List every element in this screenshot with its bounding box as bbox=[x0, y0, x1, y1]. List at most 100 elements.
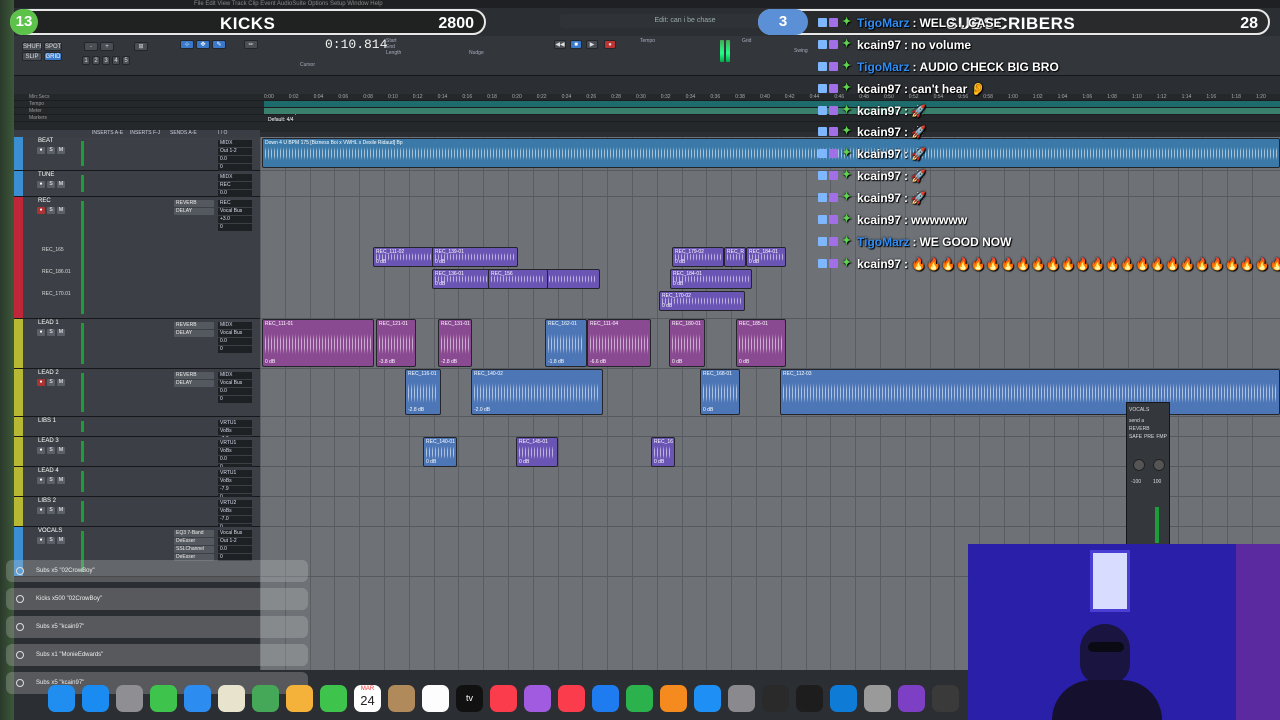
launchpad-icon[interactable] bbox=[116, 684, 143, 712]
io-selector[interactable]: VRTU2 bbox=[218, 500, 252, 507]
contacts-icon[interactable] bbox=[388, 684, 415, 712]
lead3-clip[interactable]: REC_145-01 0 dB bbox=[516, 437, 558, 467]
pan-value[interactable]: 0 bbox=[218, 224, 252, 231]
rec-clip[interactable]: REC_179-02 0 dB bbox=[672, 247, 724, 267]
volume-value[interactable]: 0.0 bbox=[218, 190, 252, 197]
trim-tool-button[interactable]: ⊞ bbox=[134, 42, 148, 51]
lead2-clip[interactable]: REC_168-01 0 dB bbox=[700, 369, 740, 415]
record-enable-button[interactable]: ● bbox=[37, 477, 45, 484]
io-selector[interactable]: REC bbox=[218, 200, 252, 207]
volume-value[interactable]: 0.0 bbox=[218, 388, 252, 395]
pencil-tool-button[interactable]: ✏ bbox=[244, 40, 258, 49]
send-pan-knob[interactable] bbox=[1153, 459, 1165, 471]
io-selector[interactable]: REC bbox=[218, 182, 252, 189]
mute-button[interactable]: M bbox=[57, 379, 65, 386]
io-selector[interactable]: MIDX bbox=[218, 174, 252, 181]
record-enable-button[interactable]: ● bbox=[37, 379, 45, 386]
quicktime-icon[interactable] bbox=[830, 684, 857, 712]
track-header-lead-1[interactable]: LEAD 1 ● S M REVERB DELAY MIDX Vocal Bus 0.0 0 bbox=[14, 319, 260, 369]
vocals-send-window[interactable]: VOCALS send a REVERB SAFE PRE FMP -100 1… bbox=[1126, 402, 1170, 546]
mixer-icon[interactable] bbox=[932, 684, 959, 712]
finder-icon[interactable] bbox=[48, 684, 75, 712]
send-pre-button[interactable]: PRE bbox=[1144, 434, 1154, 440]
mute-button[interactable]: M bbox=[57, 181, 65, 188]
transport-play-button[interactable]: ▶ bbox=[586, 40, 598, 49]
safari-icon[interactable] bbox=[82, 684, 109, 712]
playlist-lane-label[interactable]: REC_165 bbox=[42, 247, 64, 253]
mode-slip-button[interactable]: SLIP bbox=[22, 52, 42, 61]
solo-button[interactable]: S bbox=[47, 447, 55, 454]
send-slot[interactable]: DELAY bbox=[174, 330, 214, 337]
playlist-lane-label[interactable]: REC_186.01 bbox=[42, 269, 71, 275]
rec-clip[interactable]: REC_139-01 0 dB bbox=[432, 247, 518, 267]
send-slot[interactable]: DELAY bbox=[174, 208, 214, 215]
ilok-icon[interactable] bbox=[796, 684, 823, 712]
solo-button[interactable]: S bbox=[47, 507, 55, 514]
io-selector[interactable]: VRTU1 bbox=[218, 420, 252, 427]
solo-button[interactable]: S bbox=[47, 537, 55, 544]
lead1-clip[interactable]: REC_180-01 0 dB bbox=[669, 319, 705, 367]
lead1-clip[interactable]: REC_111-01 0 dB bbox=[262, 319, 374, 367]
lead2-clip[interactable]: REC_116-01 -2.8 dB bbox=[405, 369, 441, 415]
zoom-in-button[interactable]: + bbox=[100, 42, 114, 51]
io-selector[interactable]: Vocal Bus bbox=[218, 530, 252, 537]
smart-tool-button[interactable]: ✎ bbox=[212, 40, 226, 49]
lead2-clip[interactable]: REC_140-02 -2.0 dB bbox=[471, 369, 603, 415]
news-icon[interactable] bbox=[558, 684, 585, 712]
main-counter[interactable]: 0:10.814 bbox=[325, 37, 387, 55]
maps-icon[interactable] bbox=[252, 684, 279, 712]
mode-grid-button[interactable]: GRID bbox=[44, 52, 62, 61]
solo-button[interactable]: S bbox=[47, 181, 55, 188]
zoom-preset-5[interactable]: 5 bbox=[122, 56, 130, 65]
rec-clip[interactable]: REC_R bbox=[724, 247, 746, 267]
pan-value[interactable]: 0 bbox=[218, 164, 252, 171]
track-name[interactable]: LIBS 2 bbox=[38, 498, 56, 504]
mute-button[interactable]: M bbox=[57, 507, 65, 514]
track-name[interactable]: REC bbox=[38, 198, 51, 204]
rec-clip[interactable]: REC_184-01 0 dB bbox=[746, 247, 786, 267]
music-icon[interactable] bbox=[490, 684, 517, 712]
spotify-icon[interactable] bbox=[762, 684, 789, 712]
zoom-preset-3[interactable]: 3 bbox=[102, 56, 110, 65]
io-selector[interactable]: Out 1-2 bbox=[218, 148, 252, 155]
numbers-icon[interactable] bbox=[626, 684, 653, 712]
keynote-icon[interactable] bbox=[592, 684, 619, 712]
mute-button[interactable]: M bbox=[57, 207, 65, 214]
send-fmp-button[interactable]: FMP bbox=[1156, 434, 1167, 440]
record-enable-button[interactable]: ● bbox=[37, 207, 45, 214]
send-slot[interactable]: REVERB bbox=[174, 200, 214, 207]
send-slot[interactable]: REVERB bbox=[174, 372, 214, 379]
mode-shuffle-button[interactable]: SHUFFLE bbox=[22, 42, 42, 51]
record-enable-button[interactable]: ● bbox=[37, 329, 45, 336]
pages-icon[interactable] bbox=[660, 684, 687, 712]
insert-slot[interactable]: SSLChannel bbox=[174, 546, 214, 553]
solo-button[interactable]: S bbox=[47, 207, 55, 214]
mute-button[interactable]: M bbox=[57, 147, 65, 154]
playlist-lane-label[interactable]: REC_170.01 bbox=[42, 291, 71, 297]
track-header-rec[interactable]: REC ● S M REVERB DELAY REC Vocal Bus +3.0 0 REC_16… bbox=[14, 197, 260, 319]
io-selector[interactable]: Out 1-2 bbox=[218, 538, 252, 545]
track-name[interactable]: TUNE bbox=[38, 172, 54, 178]
podcasts-icon[interactable] bbox=[524, 684, 551, 712]
mute-button[interactable]: M bbox=[57, 329, 65, 336]
rec-clip[interactable]: REC_184-01 0 dB bbox=[670, 269, 752, 289]
app-store-icon[interactable] bbox=[694, 684, 721, 712]
facetime-icon[interactable] bbox=[320, 684, 347, 712]
track-header-lead-4[interactable]: LEAD 4●SMVRTU1VoBs-7.90 bbox=[14, 467, 260, 501]
io-selector[interactable]: Vocal Bus bbox=[218, 380, 252, 387]
track-name[interactable]: LEAD 2 bbox=[38, 370, 59, 376]
zoom-preset-1[interactable]: 1 bbox=[82, 56, 90, 65]
notes-folder-icon[interactable] bbox=[218, 684, 245, 712]
record-enable-button[interactable]: ● bbox=[37, 447, 45, 454]
mute-button[interactable]: M bbox=[57, 537, 65, 544]
lead1-clip[interactable]: REC_162-01 -1.8 dB bbox=[545, 319, 587, 367]
solo-button[interactable]: S bbox=[47, 147, 55, 154]
track-header-lead-3[interactable]: LEAD 3●SMVRTU1VoBs0.00 bbox=[14, 437, 260, 471]
tv-icon[interactable]: tv bbox=[456, 684, 483, 712]
solo-button[interactable]: S bbox=[47, 329, 55, 336]
lead3-clip[interactable]: REC_16 0 dB bbox=[651, 437, 675, 467]
lead3-clip[interactable]: REC_140-01 0 dB bbox=[423, 437, 457, 467]
zoom-preset-4[interactable]: 4 bbox=[112, 56, 120, 65]
record-enable-button[interactable]: ● bbox=[37, 147, 45, 154]
record-enable-button[interactable]: ● bbox=[37, 537, 45, 544]
